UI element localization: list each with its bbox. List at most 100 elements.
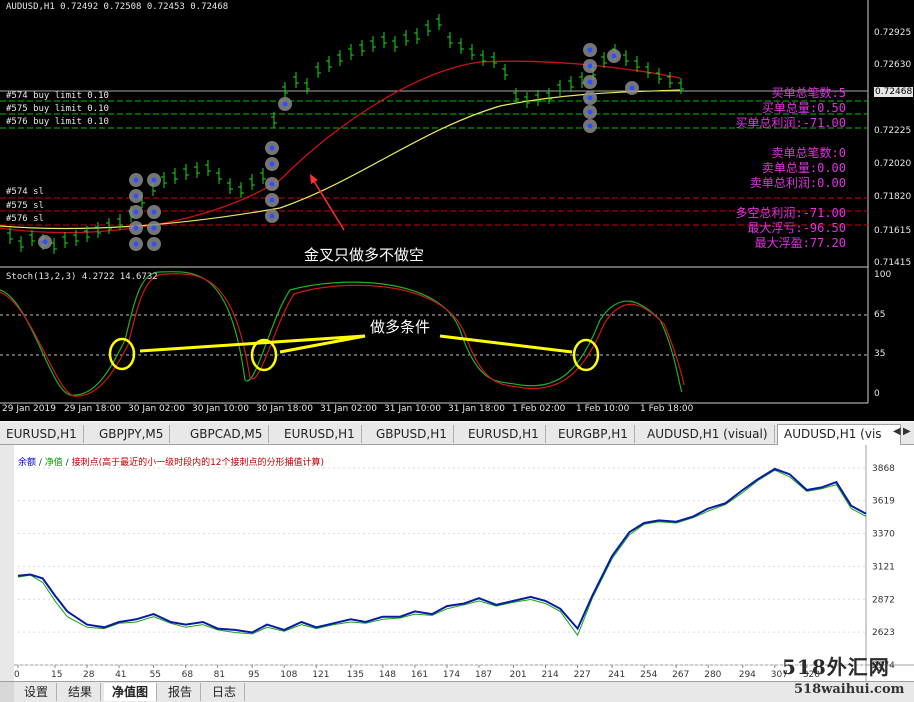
- equity-x-tick: 0: [14, 670, 20, 680]
- tab-eurusd-h1[interactable]: EURUSD,H1: [0, 425, 84, 443]
- balance-series-line: [17, 467, 867, 634]
- equity-y-tick: 2872: [872, 595, 895, 605]
- equity-graph-panel[interactable]: 3868 3619 3370 3121 2872 2623 2374 0 15 28 41 55 68 8…: [0, 445, 914, 681]
- stat-sell-profit: 卖单总利润:0.00: [749, 176, 846, 190]
- trade-marker-dot: [269, 145, 275, 151]
- equity-x-tick: 267: [672, 670, 689, 680]
- ma-red-line: [0, 60, 681, 234]
- tab-scroll-right-icon[interactable]: ▶: [903, 426, 911, 437]
- trade-marker-dot: [133, 225, 139, 231]
- legend-description: 接刺点(高于最近的小一级时段内的12个接刺点的分形捕值计算): [71, 458, 325, 468]
- price-tick: 0.71615: [874, 226, 912, 236]
- panel-grip[interactable]: [0, 682, 14, 702]
- tab-results[interactable]: 结果: [60, 683, 102, 701]
- tab-eurusd-h1[interactable]: EURUSD,H1: [278, 425, 362, 443]
- tab-audusd-h1-visual[interactable]: AUDUSD,H1 (visual): [641, 425, 775, 443]
- time-tick: 31 Jan 10:00: [384, 404, 441, 414]
- time-tick: 30 Jan 18:00: [256, 404, 313, 414]
- equity-x-tick: 227: [574, 670, 591, 680]
- equity-x-tick: 95: [248, 670, 259, 680]
- current-price-tag: 0.72468: [874, 87, 914, 97]
- stoch-header: Stoch(13,2,3) 4.2722 14.6732: [6, 272, 158, 282]
- time-tick: 29 Jan 18:00: [64, 404, 121, 414]
- tab-gbpcad-m5[interactable]: GBPCAD,M5: [184, 425, 270, 443]
- legend-separator: /: [62, 458, 72, 468]
- tab-report[interactable]: 报告: [160, 683, 202, 701]
- tab-eurusd-h1[interactable]: EURUSD,H1: [462, 425, 546, 443]
- condition-highlight-circle: [108, 337, 136, 371]
- equity-x-tick: 15: [51, 670, 62, 680]
- equity-x-tick: 214: [542, 670, 559, 680]
- time-tick: 1 Feb 02:00: [512, 404, 566, 414]
- equity-x-tick: 135: [347, 670, 364, 680]
- equity-chart: 38683619337031212872262323740 15 28 41 55 68 8…: [14, 445, 914, 681]
- order-label[interactable]: #576 buy limit 0.10: [6, 117, 109, 127]
- tab-journal[interactable]: 日志: [204, 683, 246, 701]
- order-label[interactable]: #574 buy limit 0.10: [6, 91, 109, 101]
- trade-marker-dot: [269, 181, 275, 187]
- trade-marker-dot: [587, 109, 593, 115]
- chart-header: AUDUSD,H1 0.72492 0.72508 0.72453 0.7246…: [6, 2, 229, 12]
- tab-eurgbp-h1[interactable]: EURGBP,H1: [552, 425, 635, 443]
- price-tick: 0.72925: [874, 28, 912, 38]
- stoch-tick: 35: [874, 349, 886, 359]
- trade-marker-dot: [629, 85, 635, 91]
- stoch-main-line: [0, 271, 683, 396]
- tab-audusd-h1-active[interactable]: AUDUSD,H1 (vis: [777, 424, 901, 445]
- trade-marker-dot: [269, 197, 275, 203]
- trade-marker-dot: [587, 79, 593, 85]
- equity-x-tick: 174: [443, 670, 460, 680]
- trade-marker-dot: [151, 209, 157, 215]
- equity-y-tick: 3370: [872, 530, 895, 540]
- order-label[interactable]: #574 sl: [6, 187, 44, 197]
- trade-marker-dot: [587, 95, 593, 101]
- stoch-tick: 0: [874, 389, 880, 399]
- tab-gbpjpy-m5[interactable]: GBPJPY,M5: [93, 425, 171, 443]
- equity-x-tick: 81: [214, 670, 225, 680]
- time-tick: 30 Jan 02:00: [128, 404, 185, 414]
- tester-tab-bar: 设置 结果 净值图 报告 日志: [0, 681, 914, 702]
- legend-separator: /: [36, 458, 45, 468]
- trade-marker-dot: [587, 123, 593, 129]
- price-chart[interactable]: AUDUSD,H1 0.72492 0.72508 0.72453 0.7246…: [0, 0, 914, 421]
- equity-x-tick: 41: [115, 670, 126, 680]
- stoch-tick: 65: [874, 310, 886, 320]
- tab-settings[interactable]: 设置: [16, 683, 58, 701]
- condition-arrow: [439, 334, 573, 354]
- price-tick: 0.72020: [874, 159, 912, 169]
- trade-marker-dot: [133, 177, 139, 183]
- stoch-tick: 100: [874, 270, 892, 280]
- tab-equity-graph[interactable]: 净值图: [104, 683, 158, 701]
- time-tick: 31 Jan 02:00: [320, 404, 377, 414]
- equity-x-tick: 161: [411, 670, 428, 680]
- time-tick: 1 Feb 18:00: [640, 404, 694, 414]
- equity-x-tick: 241: [608, 670, 625, 680]
- equity-x-tick: 187: [475, 670, 492, 680]
- trade-marker-dot: [587, 47, 593, 53]
- price-tick: 0.71820: [874, 192, 912, 202]
- trade-marker-dot: [151, 225, 157, 231]
- tab-gbpusd-h1[interactable]: GBPUSD,H1: [370, 425, 454, 443]
- equity-x-tick: 121: [312, 670, 329, 680]
- equity-x-tick: 55: [150, 670, 161, 680]
- stat-buy-profit: 买单总利润:-71.00: [735, 116, 846, 130]
- price-tick: 0.72630: [874, 60, 912, 70]
- legend-balance: 余额: [18, 458, 37, 468]
- equity-y-tick: 3868: [872, 464, 895, 474]
- annotation-golden-cross: 金叉只做多不做空: [304, 246, 425, 264]
- equity-x-tick: 108: [280, 670, 297, 680]
- order-label[interactable]: #575 sl: [6, 201, 44, 211]
- trade-marker-dot: [133, 241, 139, 247]
- trade-marker-dot: [133, 193, 139, 199]
- order-label[interactable]: #576 sl: [6, 214, 44, 224]
- price-tick: 0.71415: [874, 258, 912, 268]
- price-tick: 0.72225: [874, 126, 912, 136]
- chart-tab-bar: EURUSD,H1 GBPJPY,M5 GBPCAD,M5 EURUSD,H1 …: [0, 423, 914, 445]
- order-label[interactable]: #575 buy limit 0.10: [6, 104, 109, 114]
- equity-x-tick: 280: [704, 670, 721, 680]
- equity-x-tick: 68: [182, 670, 194, 680]
- annotation-long-condition: 做多条件: [370, 318, 431, 336]
- legend-equity: 净值: [44, 458, 63, 468]
- equity-x-tick: 201: [509, 670, 526, 680]
- tab-scroll-left-icon[interactable]: ◀: [893, 426, 901, 437]
